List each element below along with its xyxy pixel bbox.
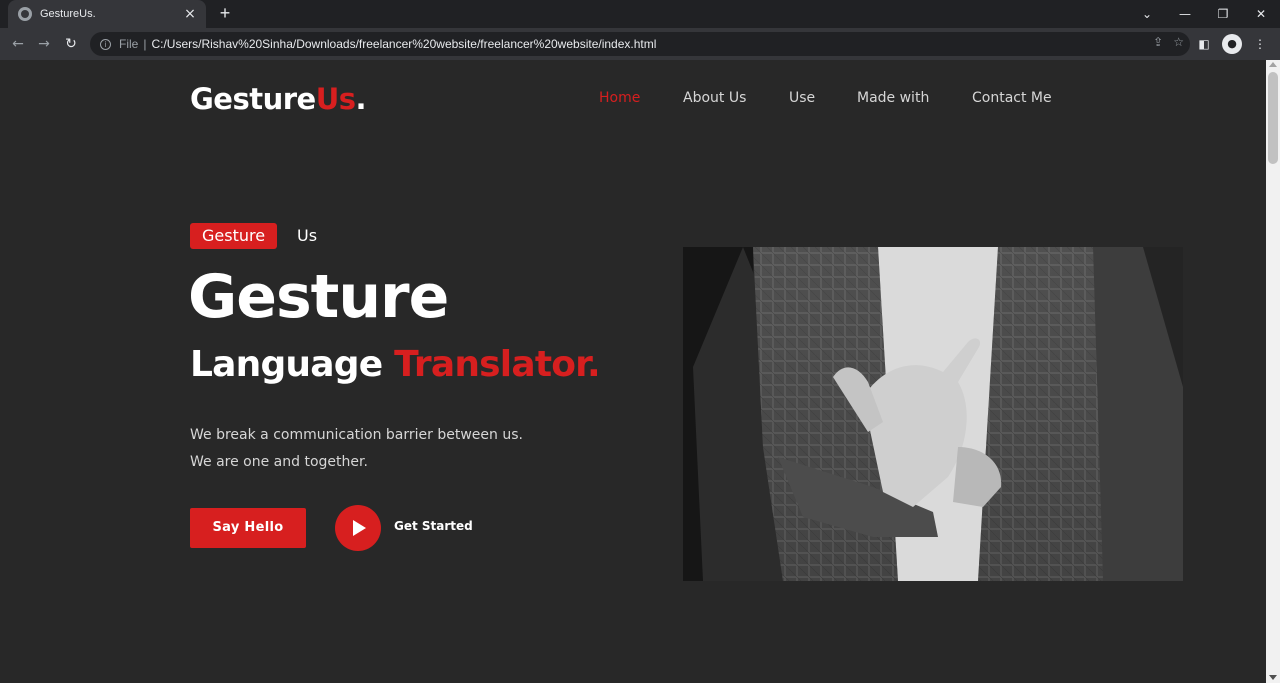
address-bar[interactable]: i File | C:/Users/Rishav%20Sinha/Downloa… <box>90 32 1190 56</box>
restore-icon[interactable]: ❐ <box>1204 0 1242 28</box>
new-tab-button[interactable]: + <box>215 3 235 23</box>
browser-tab[interactable]: GestureUs. × <box>8 0 206 28</box>
forward-arrow-icon[interactable]: → <box>34 34 54 54</box>
hero-desc-line-1: We break a communication barrier between… <box>190 427 523 443</box>
play-icon[interactable] <box>335 505 381 551</box>
window-controls: ⌄ — ❐ ✕ <box>1128 0 1280 28</box>
hero-subtitle-accent: Translator. <box>394 344 601 385</box>
hero-badge: Gesture <box>190 223 278 249</box>
close-window-icon[interactable]: ✕ <box>1242 0 1280 28</box>
side-panel-icon[interactable]: ◧ <box>1194 34 1214 54</box>
hero-badge-sub: Us <box>297 226 318 245</box>
nav-contact-me[interactable]: Contact Me <box>972 90 1052 106</box>
minimize-icon[interactable]: — <box>1166 0 1204 28</box>
tab-search-icon[interactable]: ⌄ <box>1128 0 1166 28</box>
logo-main: Gesture <box>190 82 316 116</box>
toolbar-actions: ◧ ● ⋮ <box>1194 34 1270 54</box>
info-icon[interactable]: i <box>100 38 111 50</box>
hero-subtitle-main: Language <box>190 344 395 385</box>
get-started-link[interactable]: Get Started <box>394 519 473 533</box>
globe-icon <box>18 7 32 21</box>
hero-title: Gesture <box>188 262 449 332</box>
logo-dot: . <box>355 82 367 116</box>
scheme-label: File <box>119 37 139 51</box>
nav-made-with[interactable]: Made with <box>857 90 929 106</box>
scroll-thumb[interactable] <box>1268 72 1278 164</box>
hero-subtitle: Language Translator. <box>190 344 601 385</box>
omnibox-actions: ⇪ ☆ <box>1153 35 1184 49</box>
close-tab-icon[interactable]: × <box>182 6 198 22</box>
page-scrollbar[interactable] <box>1266 60 1280 683</box>
scheme-separator: | <box>143 37 147 51</box>
kebab-menu-icon[interactable]: ⋮ <box>1250 34 1270 54</box>
sign-language-photo <box>683 247 1183 581</box>
share-icon[interactable]: ⇪ <box>1153 35 1163 49</box>
profile-icon[interactable]: ● <box>1222 34 1242 54</box>
hero-desc-line-2: We are one and together. <box>190 454 368 470</box>
star-icon[interactable]: ☆ <box>1173 35 1184 49</box>
url-text[interactable]: C:/Users/Rishav%20Sinha/Downloads/freela… <box>151 37 656 51</box>
reload-icon[interactable]: ↻ <box>61 34 81 54</box>
site-logo[interactable]: GestureUs. <box>190 82 367 116</box>
page: GestureUs. Home About Us Use Made with C… <box>0 60 1266 683</box>
scroll-up-icon[interactable] <box>1269 62 1277 67</box>
say-hello-button[interactable]: Say Hello <box>190 508 306 548</box>
tab-strip: GestureUs. × + ⌄ — ❐ ✕ <box>0 0 1280 28</box>
address-bar-row: ← → ↻ i File | C:/Users/Rishav%20Sinha/D… <box>0 28 1280 60</box>
logo-accent: Us <box>315 82 356 116</box>
nav-about-us[interactable]: About Us <box>683 90 746 106</box>
back-arrow-icon[interactable]: ← <box>8 34 28 54</box>
hero-description: We break a communication barrier between… <box>190 422 523 476</box>
scroll-down-icon[interactable] <box>1269 675 1277 680</box>
tab-title: GestureUs. <box>40 8 96 20</box>
nav-home[interactable]: Home <box>599 90 640 106</box>
hero-image <box>683 247 1183 581</box>
nav-use[interactable]: Use <box>789 90 815 106</box>
